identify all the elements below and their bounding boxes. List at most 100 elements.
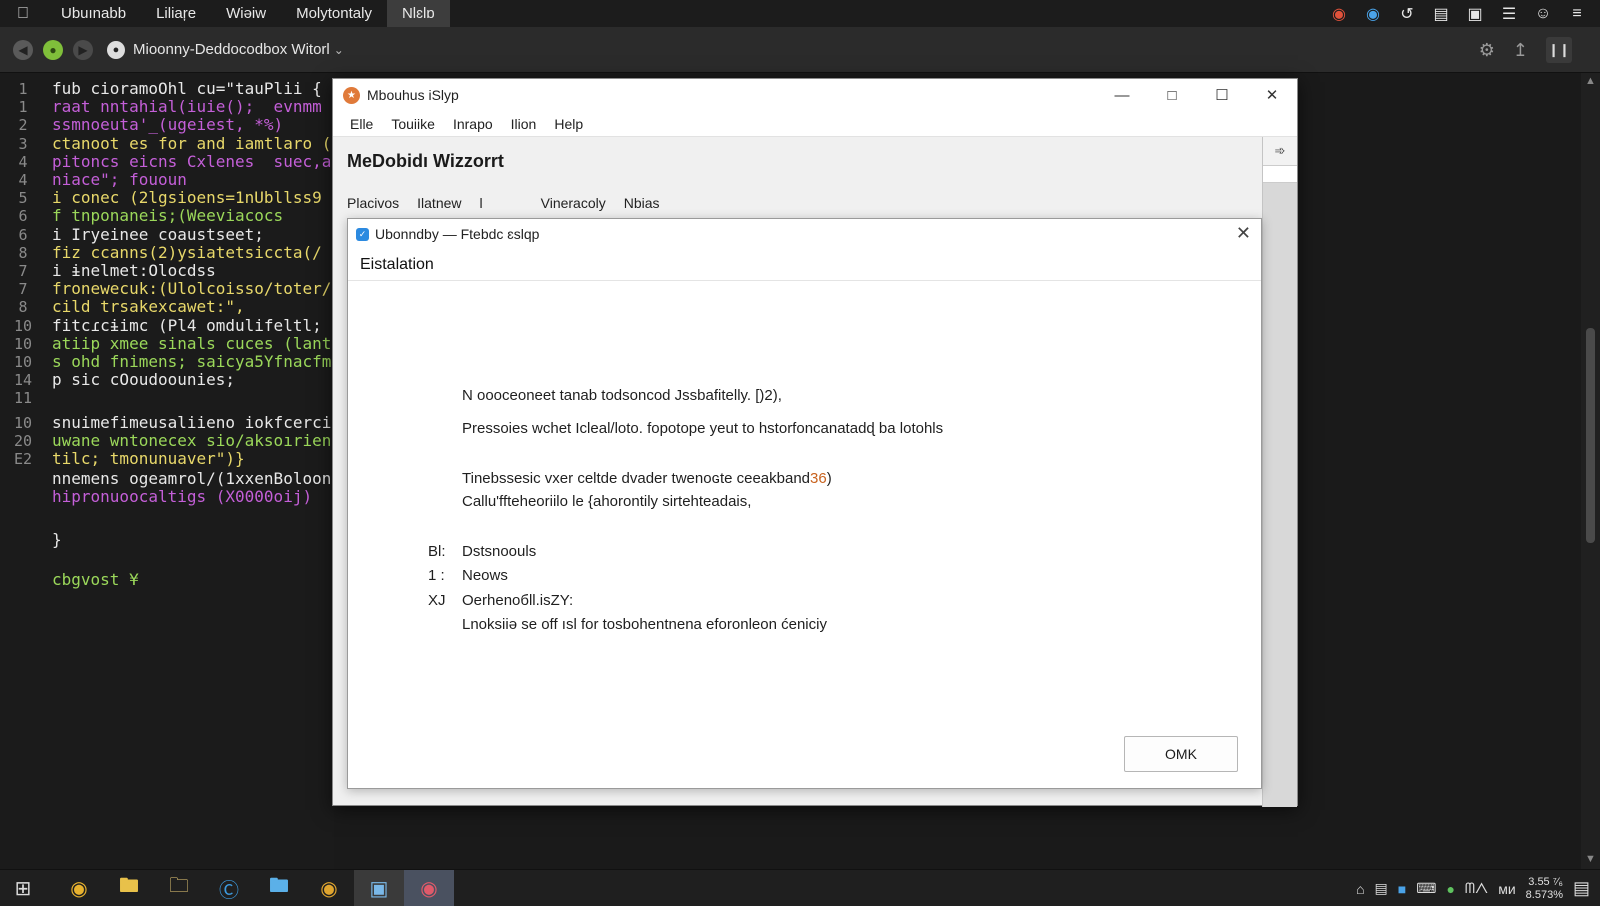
close-icon[interactable]: ✕ bbox=[1247, 79, 1297, 111]
code-line[interactable]: p sic cOoudoounies; bbox=[52, 370, 235, 389]
code-line[interactable]: fitcɾcɨimc (Pl4 omdulifeltl; bbox=[52, 316, 322, 335]
language-indicator[interactable]: ᴍᴎ bbox=[1498, 881, 1515, 897]
active-app-icon[interactable]: ◉ bbox=[404, 869, 454, 906]
menu-item-2[interactable]: Liliaŗe bbox=[141, 0, 211, 27]
code-line[interactable]: i Iryeinee coaustseet; bbox=[52, 225, 264, 244]
code-line[interactable]: atiip xmee sinals cuces (lant bbox=[52, 334, 331, 353]
window-menubar: Elle Touiike Inrapo Ilion Help bbox=[333, 111, 1297, 137]
scroll-up-icon[interactable]: ▲ bbox=[1581, 75, 1600, 87]
pin-icon[interactable]: ➾ bbox=[1263, 137, 1297, 165]
code-line[interactable]: s ohd fnimens; saicya5Yfnacfm bbox=[52, 352, 331, 371]
chrome-icon[interactable]: ◉ bbox=[304, 870, 354, 906]
code-line[interactable]: ssmnoeuta'_(ugeiest, *%) bbox=[52, 115, 283, 134]
files-icon[interactable]: 🗀 bbox=[154, 870, 204, 906]
menu-tools[interactable]: Touiike bbox=[382, 116, 444, 132]
notifications-icon[interactable]: ▤ bbox=[1573, 878, 1590, 899]
dialog-close-icon[interactable]: ✕ bbox=[1236, 223, 1251, 244]
reload-icon[interactable]: ● bbox=[43, 39, 63, 60]
vertical-scrollbar[interactable]: ▲ ▼ bbox=[1581, 73, 1600, 869]
keyboard-icon[interactable]: ⌨ bbox=[1416, 880, 1436, 897]
network-icon[interactable]: ● bbox=[1446, 881, 1454, 897]
tray-label[interactable]: ᗰᐱ bbox=[1465, 880, 1488, 897]
pause-icon[interactable]: ❙❙ bbox=[1546, 37, 1572, 63]
code-editor[interactable]: 1 fub cioramoOhl cu="tauPlii {1 raat nntah… bbox=[0, 73, 334, 869]
window-title: Mbouhus iSlyp bbox=[367, 87, 459, 103]
share-icon[interactable]: ↥ bbox=[1513, 40, 1528, 61]
chrome-icon[interactable]: ◉ bbox=[54, 870, 104, 906]
taskbar: ⊞ ◉ 🖿 🗀 Ⓒ 🖿 ◉ ▣ ◉ ⌂ ▤ ■ ⌨ ● ᗰᐱ ᴍᴎ 3.55 ⁷… bbox=[0, 869, 1600, 906]
code-line[interactable]: tilc; tmonunuaver")} bbox=[52, 449, 245, 468]
tab-2[interactable]: Ilatnew bbox=[417, 195, 461, 211]
code-line[interactable]: hipronuoocaltigs (X0000oij) bbox=[52, 487, 312, 506]
code-line[interactable]: niace"; fououn bbox=[52, 170, 187, 189]
list-value: Dstsnoouls bbox=[462, 543, 537, 560]
user-icon[interactable]: ☺ bbox=[1526, 5, 1560, 23]
code-line[interactable]: } bbox=[52, 530, 62, 549]
menu-file[interactable]: Elle bbox=[341, 116, 382, 132]
menu-help[interactable]: Help bbox=[545, 116, 592, 132]
dialog-titlebar[interactable]: ✓ Ubonndby — Ftebdc ɛslqp ✕ bbox=[348, 219, 1261, 249]
menu-item-5[interactable]: Nlɛlɒ bbox=[386, 0, 450, 27]
edge-icon[interactable]: Ⓒ bbox=[204, 870, 254, 906]
shield-icon[interactable]: ■ bbox=[1398, 881, 1406, 897]
back-icon[interactable]: ◀ bbox=[13, 39, 33, 60]
code-line[interactable]: i ɨnelmet:Olocdss bbox=[52, 261, 216, 280]
code-line[interactable]: raat nntahial(iuie(); evnmm bbox=[52, 97, 322, 116]
tab-3[interactable]: l bbox=[480, 195, 483, 211]
maximize-icon[interactable]: ☐ bbox=[1197, 79, 1247, 111]
line-number: 10 bbox=[13, 413, 33, 432]
code-line[interactable]: f tnponaneis;(Weeviacocs bbox=[52, 206, 283, 225]
code-line[interactable]: fronewecuk:(Ulolcoisso/toter/ bbox=[52, 279, 331, 298]
settings-icon[interactable]: ⚙ bbox=[1479, 40, 1495, 61]
tab-1[interactable]: Plaᴄivos bbox=[347, 195, 399, 211]
menu-import[interactable]: Inrapo bbox=[444, 116, 502, 132]
windows-start-icon[interactable]: ⊞ bbox=[0, 870, 46, 906]
menu-option[interactable]: Ilion bbox=[502, 116, 546, 132]
list-icon[interactable]: ≡ bbox=[1560, 5, 1594, 23]
code-line[interactable]: i conec (2lgsioens=1nUbllss9 bbox=[52, 188, 322, 207]
apple-icon[interactable]:  bbox=[0, 5, 46, 23]
explorer-icon[interactable]: 🖿 bbox=[254, 870, 304, 906]
code-line[interactable]: snuimefimeusaliieno iokfcercik bbox=[52, 413, 334, 432]
window-titlebar[interactable]: ★ Mbouhus iSlyp — □ ☐ ✕ bbox=[333, 79, 1297, 111]
ok-button[interactable]: OMK bbox=[1124, 736, 1238, 772]
code-line[interactable]: ctanoot es for and iamtlaro ( bbox=[52, 134, 331, 153]
image-viewer-icon[interactable]: ▣ bbox=[354, 869, 404, 906]
list-key: XJ bbox=[428, 592, 446, 609]
scrollbar-thumb[interactable] bbox=[1586, 328, 1595, 543]
chrome-icon[interactable]: ◉ bbox=[1356, 4, 1390, 24]
restore-icon[interactable]: □ bbox=[1147, 79, 1197, 111]
minimize-icon[interactable]: — bbox=[1097, 79, 1147, 111]
camera-icon[interactable]: ▣ bbox=[1458, 4, 1492, 24]
code-line[interactable]: cild trsakexcawet:", bbox=[52, 297, 245, 316]
side-pane: ➾ bbox=[1262, 137, 1297, 807]
tab-5[interactable]: Nbias bbox=[624, 195, 660, 211]
address-bar[interactable]: ● Mioonny-Deddocodbox Witorl ⌄ bbox=[107, 40, 344, 59]
chevron-down-icon[interactable]: ⌄ bbox=[334, 43, 344, 57]
code-line[interactable]: fub cioramoOhl cu="tauPlii { bbox=[52, 79, 322, 98]
code-line[interactable]: cbgvost ¥ bbox=[52, 570, 139, 589]
notification-icon[interactable]: ◉ bbox=[1322, 4, 1356, 24]
menu-item-4[interactable]: Molytontaly bbox=[281, 0, 387, 27]
clock[interactable]: 3.55 ⁷⁄₆ 8.573% bbox=[1526, 876, 1563, 902]
dialog-paragraph-2: Pressoies wchet Icleal/loto. fopotope ye… bbox=[462, 420, 944, 437]
code-line[interactable]: pitoncs eicns Cxlenes suec,a bbox=[52, 152, 331, 171]
line-number: 6 bbox=[18, 207, 28, 226]
menu-item-3[interactable]: Wiəiw bbox=[211, 0, 281, 27]
side-pane-field[interactable] bbox=[1263, 165, 1297, 183]
hamburger-icon[interactable]: ☰ bbox=[1492, 4, 1526, 24]
clock-time: 3.55 ⁷⁄₆ bbox=[1528, 875, 1563, 888]
menu-item-1[interactable]: Ubuınabb bbox=[46, 0, 141, 27]
folder-icon[interactable]: 🖿 bbox=[104, 870, 154, 906]
tab-4[interactable]: Vineracoly bbox=[541, 195, 606, 211]
code-line[interactable]: nnemens ogeamrol/(1xxenBoloont bbox=[52, 469, 334, 488]
code-line[interactable]: uwane wntonecex sio/aksoırient bbox=[52, 431, 334, 450]
forward-icon[interactable]: ▶ bbox=[73, 39, 93, 60]
sync-icon[interactable]: ↺ bbox=[1390, 4, 1424, 24]
storage-icon[interactable]: ▤ bbox=[1375, 880, 1388, 897]
scroll-down-icon[interactable]: ▼ bbox=[1581, 853, 1600, 865]
code-line[interactable]: fiz ccanns(2)ysiatetsiccta(/ bbox=[52, 243, 322, 262]
message-icon[interactable]: ▤ bbox=[1424, 4, 1458, 24]
dialog-paragraph-3-text: Tinebssesic vxer celtde dvader twenoɢte … bbox=[462, 470, 811, 487]
home-icon[interactable]: ⌂ bbox=[1356, 881, 1364, 897]
